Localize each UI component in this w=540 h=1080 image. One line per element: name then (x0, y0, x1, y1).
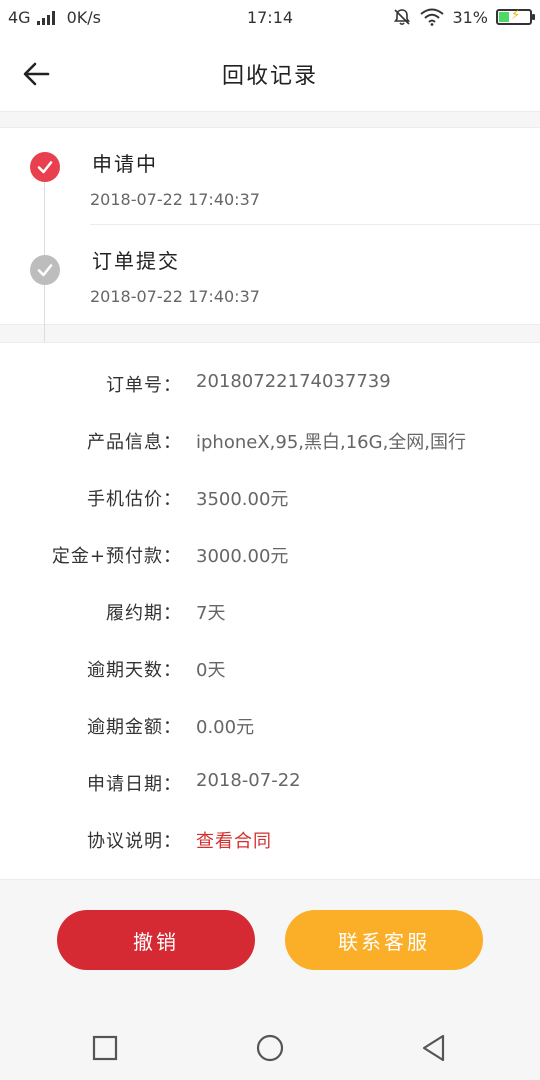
timeline-title: 订单提交 (92, 249, 180, 273)
system-nav-bar (0, 1016, 540, 1080)
detail-label: 逾期天数： (87, 660, 182, 681)
detail-apply-date: 申请日期： 2018-07-22 (0, 770, 540, 800)
detail-value: 7天 (196, 603, 226, 624)
detail-value: 3500.00元 (196, 489, 289, 510)
square-icon[interactable] (87, 1030, 123, 1066)
detail-label: 订单号： (106, 375, 182, 396)
triangle-left-icon[interactable] (416, 1030, 452, 1066)
detail-product: 产品信息： iphoneX,95,黑白,16G,全网,国行 (0, 428, 540, 458)
detail-label: 协议说明： (87, 831, 182, 852)
app-header: 回收记录 (0, 36, 540, 112)
timeline-item-submitted: 订单提交 2018-07-22 17:40:37 (0, 225, 540, 325)
detail-order-no: 订单号： 20180722174037739 (0, 371, 540, 401)
battery-icon: ⚡ (496, 8, 535, 25)
detail-label: 履约期： (106, 603, 182, 624)
detail-label: 手机估价： (87, 489, 182, 510)
status-bar: 4G 0K/s 17:14 31% ⚡ (0, 0, 540, 36)
check-icon (30, 152, 60, 182)
detail-label: 逾期金额： (87, 717, 182, 738)
detail-overdue-days: 逾期天数： 0天 (0, 656, 540, 686)
status-right: 31% ⚡ (392, 7, 535, 27)
cancel-button[interactable]: 撤销 (57, 910, 255, 970)
detail-label: 定金+预付款： (51, 546, 182, 567)
detail-overdue-amount: 逾期金额： 0.00元 (0, 713, 540, 743)
wifi-icon (420, 8, 445, 26)
detail-estimate: 手机估价： 3500.00元 (0, 485, 540, 515)
detail-agreement: 协议说明： 查看合同 (0, 827, 540, 857)
timeline-time: 2018-07-22 17:40:37 (90, 287, 260, 306)
detail-value: 2018-07-22 (196, 770, 301, 791)
detail-value: 0.00元 (196, 717, 255, 738)
detail-value: 20180722174037739 (196, 371, 391, 392)
detail-value: iphoneX,95,黑白,16G,全网,国行 (196, 432, 467, 453)
timeline-time: 2018-07-22 17:40:37 (90, 190, 260, 209)
alarm-off-icon (394, 9, 411, 26)
view-contract-link[interactable]: 查看合同 (196, 827, 272, 853)
detail-label: 产品信息： (87, 432, 182, 453)
detail-term: 履约期： 7天 (0, 599, 540, 629)
order-details: 订单号： 20180722174037739 产品信息： iphoneX,95,… (0, 342, 540, 880)
battery-percent: 31% (452, 7, 488, 27)
detail-value: 3000.00元 (196, 546, 289, 567)
circle-icon[interactable] (252, 1030, 288, 1066)
detail-deposit: 定金+预付款： 3000.00元 (0, 542, 540, 572)
status-timeline: 申请中 2018-07-22 17:40:37 订单提交 2018-07-22 … (0, 127, 540, 352)
detail-value: 0天 (196, 660, 226, 681)
check-icon (30, 255, 60, 285)
page-title: 回收记录 (221, 64, 318, 89)
detail-label: 申请日期： (87, 774, 182, 795)
contact-service-button[interactable]: 联系客服 (285, 910, 483, 970)
timeline-title: 申请中 (92, 152, 158, 176)
timeline-item-applying: 申请中 2018-07-22 17:40:37 (0, 128, 540, 225)
